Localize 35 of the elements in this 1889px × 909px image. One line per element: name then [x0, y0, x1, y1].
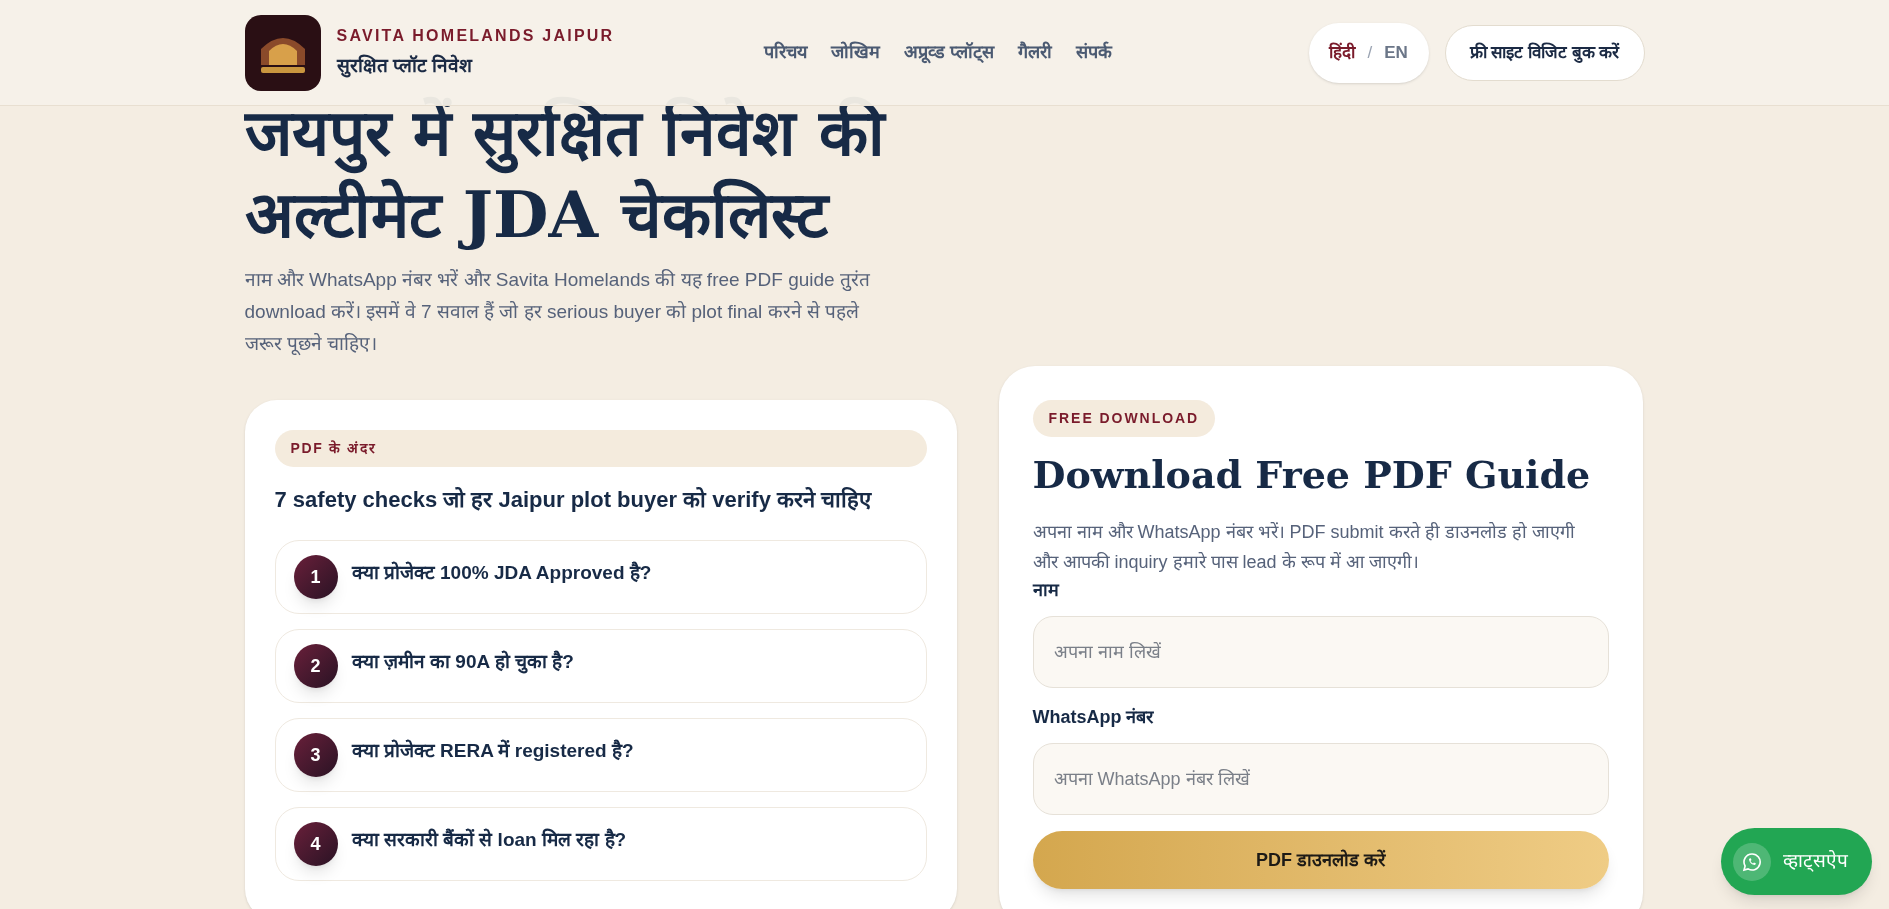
step-number: 4 — [293, 822, 338, 866]
download-button[interactable]: PDF डाउनलोड करें — [1032, 831, 1609, 889]
nav-link[interactable]: गैलरी — [1018, 39, 1053, 66]
input-field[interactable]: अपना नाम लिखें — [1032, 616, 1609, 688]
form-description: अपना नाम और WhatsApp नंबर भरें। PDF submit करते ही डाउनलोड हो जाएगी और आपकी inquiry हमारे पास lead के रूप में आ जाएगी। — [1032, 521, 1576, 574]
book-visit-button[interactable]: फ्री साइट विजिट बुक करें — [1444, 24, 1645, 81]
checklist-badge: PDF के अंदर — [274, 430, 927, 467]
checklist-question: क्या सरकारी बैंकों से loan मिल रहा है? — [351, 827, 627, 852]
language-separator: / — [1367, 41, 1373, 64]
nav-link[interactable]: जोखिम — [831, 39, 881, 66]
nav-link[interactable]: परिचय — [764, 39, 808, 66]
brand-name: SAVITA HOMELANDS JAIPUR — [336, 26, 615, 47]
checklist-question: क्या ज़मीन का 90A हो चुका है? — [351, 649, 574, 676]
step-number: 1 — [293, 555, 338, 599]
brand-tagline: सुरक्षित प्लॉट निवेश — [336, 53, 474, 80]
hero-title-line: अल्टीमेट JDA चेकलिस्ट — [244, 174, 1005, 256]
nav-link[interactable]: अप्रूव्ड प्लॉट्स — [904, 39, 995, 66]
hero-subtitle: नाम और WhatsApp नंबर भरें और Savita Homelands की यह free PDF guide तुरंत download करें। इसमें वे 7 सवाल हैं जो हर serious buyer को plot final करने से पहले जरूर पूछने चाहिए। — [244, 268, 871, 357]
whatsapp-button[interactable]: व्हाट्सऐप — [1721, 828, 1872, 895]
language-option[interactable]: हिंदी — [1329, 39, 1356, 66]
step-number: 2 — [293, 644, 338, 688]
checklist-question: क्या प्रोजेक्ट RERA में registered है? — [351, 738, 634, 763]
input-field[interactable]: अपना WhatsApp नंबर लिखें — [1032, 743, 1609, 815]
field-label: नाम — [1032, 579, 1061, 602]
form-badge: FREE DOWNLOAD — [1032, 400, 1216, 437]
step-number: 3 — [293, 733, 338, 777]
nav-link[interactable]: संपर्क — [1076, 39, 1113, 66]
logo-icon — [244, 14, 321, 91]
checklist-heading: 7 safety checks जो हर Jaipur plot buyer को verify करने चाहिए — [274, 486, 873, 514]
language-option[interactable]: EN — [1384, 39, 1408, 66]
field-label: WhatsApp नंबर — [1032, 706, 1155, 729]
checklist-question: क्या प्रोजेक्ट 100% JDA Approved है? — [351, 560, 652, 585]
whatsapp-icon — [1742, 851, 1762, 872]
form-title: Download Free PDF Guide — [1032, 451, 1592, 499]
hero-title-line: जयपुर में सुरक्षित निवेश की — [244, 92, 1005, 174]
